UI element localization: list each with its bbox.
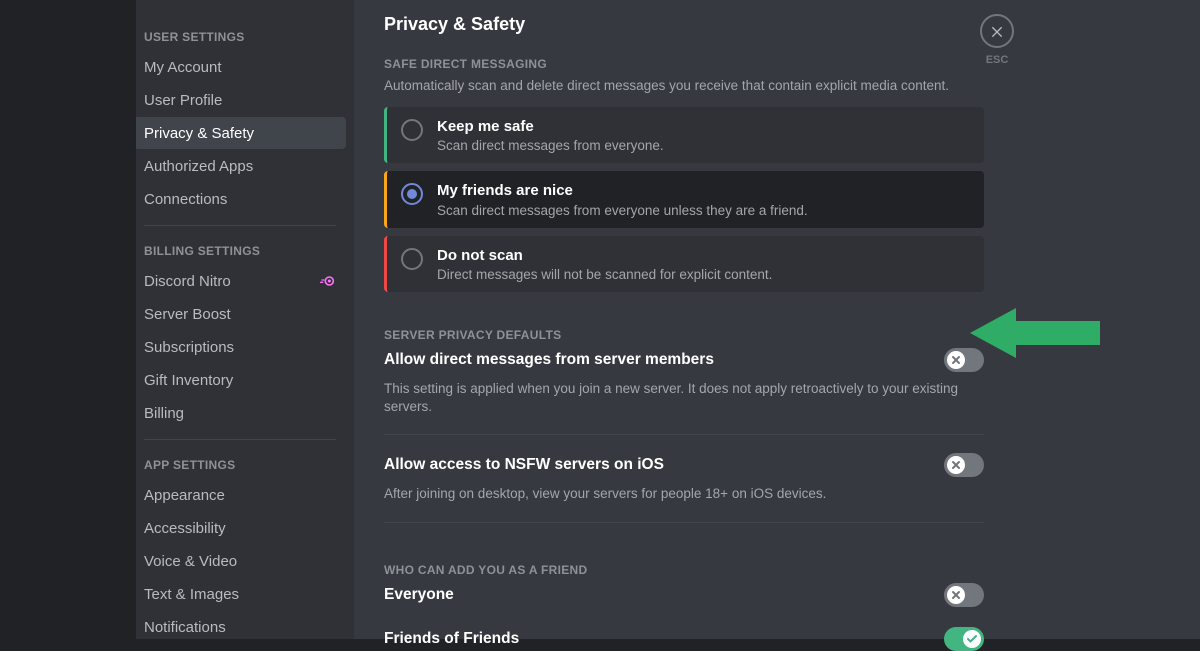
toggle-friend-everyone[interactable] <box>944 583 984 607</box>
sidebar-item-discord-nitro[interactable]: Discord Nitro <box>134 265 346 297</box>
sidebar-item-server-boost[interactable]: Server Boost <box>134 298 346 330</box>
sidebar-group-header: BILLING SETTINGS <box>134 226 346 264</box>
close-label: ESC <box>986 54 1009 66</box>
sidebar-item-accessibility[interactable]: Accessibility <box>134 512 346 544</box>
toggle-subtitle: This setting is applied when you join a … <box>384 380 984 416</box>
radio-title: Do not scan <box>437 246 972 266</box>
safe-dm-radio-group: Keep me safeScan direct messages from ev… <box>384 107 984 293</box>
toggle-title: Allow access to NSFW servers on iOS <box>384 456 664 474</box>
divider <box>384 522 984 523</box>
radio-subtitle: Direct messages will not be scanned for … <box>437 267 972 282</box>
sidebar-item-connections[interactable]: Connections <box>134 183 346 215</box>
page-title: Privacy & Safety <box>384 14 984 35</box>
sidebar-group-header: USER SETTINGS <box>134 12 346 50</box>
toggle-block: Allow direct messages from server member… <box>384 348 984 416</box>
sidebar-item-authorized-apps[interactable]: Authorized Apps <box>134 150 346 182</box>
sidebar-item-label: Accessibility <box>144 520 226 537</box>
x-icon <box>947 456 965 474</box>
section-desc-safe-dm: Automatically scan and delete direct mes… <box>384 77 984 95</box>
section-header-safe-dm: SAFE DIRECT MESSAGING <box>384 57 984 71</box>
radio-title: Keep me safe <box>437 117 972 137</box>
nitro-badge-icon <box>320 273 336 289</box>
toggle-row: Allow access to NSFW servers on iOS <box>384 453 984 477</box>
section-header-friend-add: WHO CAN ADD YOU AS A FRIEND <box>384 563 984 577</box>
sidebar-item-label: My Account <box>144 59 222 76</box>
sidebar-item-voice-video[interactable]: Voice & Video <box>134 545 346 577</box>
sidebar-item-my-account[interactable]: My Account <box>134 51 346 83</box>
sidebar-item-privacy-safety[interactable]: Privacy & Safety <box>134 117 346 149</box>
sidebar-item-label: Connections <box>144 191 227 208</box>
sidebar-item-label: Appearance <box>144 487 225 504</box>
safe-dm-option[interactable]: Keep me safeScan direct messages from ev… <box>384 107 984 164</box>
sidebar-item-label: Server Boost <box>144 306 231 323</box>
sidebar-item-label: Voice & Video <box>144 553 237 570</box>
safe-dm-option[interactable]: My friends are nice Scan direct messages … <box>384 171 984 228</box>
toggle-subtitle: After joining on desktop, view your serv… <box>384 485 984 503</box>
sidebar-item-text-images[interactable]: Text & Images <box>134 578 346 610</box>
sidebar-item-label: Notifications <box>144 619 226 636</box>
sidebar-item-label: Privacy & Safety <box>144 125 254 142</box>
radio-icon <box>401 183 423 205</box>
radio-title: My friends are nice <box>437 181 972 201</box>
server-privacy-list: Allow direct messages from server member… <box>384 348 984 523</box>
toggle-title: Allow direct messages from server member… <box>384 351 714 369</box>
sidebar-item-appearance[interactable]: Appearance <box>134 479 346 511</box>
section-header-server-privacy: SERVER PRIVACY DEFAULTS <box>384 328 984 342</box>
radio-icon <box>401 248 423 270</box>
radio-subtitle: Scan direct messages from everyone unles… <box>437 203 972 218</box>
toggle-title: Everyone <box>384 586 454 604</box>
sidebar-item-label: Subscriptions <box>144 339 234 356</box>
toggle-block: Everyone <box>384 583 984 607</box>
sidebar-item-label: Authorized Apps <box>144 158 253 175</box>
sidebar-item-notifications[interactable]: Notifications <box>134 611 346 639</box>
toggle-row: Everyone <box>384 583 984 607</box>
radio-subtitle: Scan direct messages from everyone. <box>437 138 972 153</box>
left-gutter <box>0 0 136 639</box>
close-button[interactable] <box>980 14 1014 48</box>
x-icon <box>947 351 965 369</box>
sidebar-item-billing[interactable]: Billing <box>134 397 346 429</box>
friend-add-list: EveryoneFriends of Friends <box>384 583 984 651</box>
close-settings: ESC <box>980 14 1014 66</box>
toggle-row: Allow direct messages from server member… <box>384 348 984 372</box>
toggle-allow-nsfw-ios[interactable] <box>944 453 984 477</box>
toggle-block: Allow access to NSFW servers on iOS After… <box>384 453 984 503</box>
sidebar-item-label: Discord Nitro <box>144 273 231 290</box>
radio-icon <box>401 119 423 141</box>
sidebar-item-label: Gift Inventory <box>144 372 233 389</box>
settings-sidebar: USER SETTINGS My Account User Profile Priva… <box>134 12 346 639</box>
safe-dm-option[interactable]: Do not scanDirect messages will not be s… <box>384 236 984 293</box>
sidebar-item-user-profile[interactable]: User Profile <box>134 84 346 116</box>
sidebar-item-gift-inventory[interactable]: Gift Inventory <box>134 364 346 396</box>
sidebar-item-label: Billing <box>144 405 184 422</box>
sidebar-item-subscriptions[interactable]: Subscriptions <box>134 331 346 363</box>
divider <box>384 434 984 435</box>
sidebar-item-label: Text & Images <box>144 586 239 603</box>
sidebar-group-header: APP SETTINGS <box>134 440 346 478</box>
sidebar-item-label: User Profile <box>144 92 222 109</box>
close-icon <box>989 23 1005 39</box>
x-icon <box>947 586 965 604</box>
settings-main: Privacy & Safety SAFE DIRECT MESSAGING A… <box>354 0 1014 639</box>
settings-main-container: Privacy & Safety SAFE DIRECT MESSAGING A… <box>354 0 1200 639</box>
toggle-allow-dm-server-members[interactable] <box>944 348 984 372</box>
